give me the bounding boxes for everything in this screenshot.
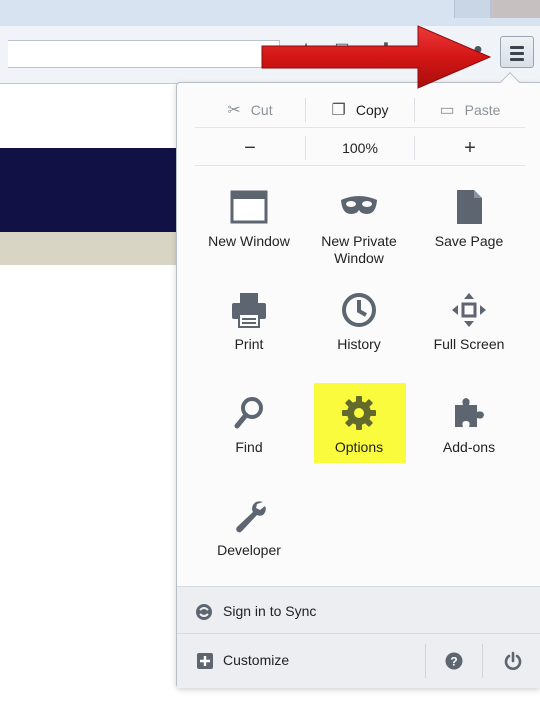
clock-icon bbox=[342, 293, 376, 327]
menu-footer: Customize ? bbox=[177, 634, 540, 688]
add-ons-button[interactable]: Add-ons bbox=[421, 393, 517, 456]
hamburger-icon bbox=[510, 46, 524, 49]
scissors-icon: ✂ bbox=[227, 102, 241, 119]
options-button[interactable]: Options bbox=[311, 393, 407, 456]
magnifier-icon bbox=[234, 397, 263, 429]
cut-label: Cut bbox=[250, 102, 273, 118]
print-button[interactable]: Print bbox=[201, 290, 297, 353]
print-label: Print bbox=[234, 336, 264, 352]
printer-icon bbox=[232, 293, 266, 328]
zoom-out-button[interactable]: − bbox=[195, 130, 305, 166]
new-private-window-button[interactable]: New Private Window bbox=[311, 187, 407, 267]
hamburger-icon-bar bbox=[510, 58, 524, 61]
save-page-label: Save Page bbox=[434, 233, 504, 249]
wrench-icon bbox=[236, 501, 266, 533]
close-window-button[interactable] bbox=[490, 0, 540, 18]
options-label: Options bbox=[334, 439, 384, 455]
zoom-controls-row: − 100% + bbox=[195, 130, 525, 166]
edit-controls-row: ✂ Cut ❐ Copy ▭ Paste bbox=[195, 92, 525, 128]
full-screen-button[interactable]: Full Screen bbox=[421, 290, 517, 353]
power-icon bbox=[504, 651, 522, 670]
copy-button[interactable]: ❐ Copy bbox=[306, 92, 414, 128]
developer-label: Developer bbox=[217, 542, 281, 558]
find-label: Find bbox=[235, 439, 263, 455]
help-button[interactable]: ? bbox=[426, 634, 482, 688]
find-button[interactable]: Find bbox=[201, 393, 297, 456]
cut-button[interactable]: ✂ Cut bbox=[195, 92, 305, 128]
url-bar[interactable]: ✦ bbox=[8, 40, 280, 68]
history-button[interactable]: History bbox=[311, 290, 407, 353]
red-arrow-annotation bbox=[261, 25, 492, 89]
mask-icon bbox=[341, 196, 377, 214]
copy-icon: ❐ bbox=[331, 102, 346, 119]
new-private-window-label: New Private Window bbox=[321, 233, 397, 266]
developer-button[interactable]: Developer bbox=[201, 496, 297, 559]
gear-icon bbox=[342, 396, 376, 430]
customize-plus-icon bbox=[197, 653, 213, 669]
window-icon bbox=[230, 190, 268, 224]
paste-label: Paste bbox=[464, 102, 501, 118]
sign-in-to-sync-button[interactable]: Sign in to Sync bbox=[177, 586, 540, 634]
paste-button[interactable]: ▭ Paste bbox=[415, 92, 525, 128]
customize-button[interactable]: Customize bbox=[177, 634, 425, 688]
zoom-in-button[interactable]: + bbox=[415, 130, 525, 166]
new-window-button[interactable]: New Window bbox=[201, 187, 297, 250]
help-icon: ? bbox=[445, 652, 463, 670]
page-banner-dark bbox=[0, 148, 178, 232]
puzzle-icon bbox=[455, 398, 484, 427]
open-menu-button[interactable] bbox=[500, 36, 534, 68]
fullscreen-icon bbox=[452, 293, 486, 327]
clipboard-icon: ▭ bbox=[439, 102, 455, 119]
sync-icon bbox=[196, 604, 212, 620]
customize-label: Customize bbox=[223, 652, 290, 668]
new-window-label: New Window bbox=[208, 233, 290, 249]
full-screen-label: Full Screen bbox=[433, 336, 505, 352]
quit-button[interactable] bbox=[483, 634, 540, 688]
svg-text:?: ? bbox=[450, 655, 457, 669]
page-banner-light bbox=[0, 232, 178, 265]
zoom-reset-button[interactable]: 100% bbox=[306, 130, 414, 166]
copy-label: Copy bbox=[355, 102, 389, 118]
sync-label: Sign in to Sync bbox=[223, 603, 317, 619]
page-icon bbox=[457, 190, 482, 224]
history-label: History bbox=[337, 336, 381, 352]
hamburger-icon-bar bbox=[510, 52, 524, 55]
maximize-button[interactable] bbox=[454, 0, 490, 18]
add-ons-label: Add-ons bbox=[442, 439, 496, 455]
save-page-button[interactable]: Save Page bbox=[421, 187, 517, 250]
